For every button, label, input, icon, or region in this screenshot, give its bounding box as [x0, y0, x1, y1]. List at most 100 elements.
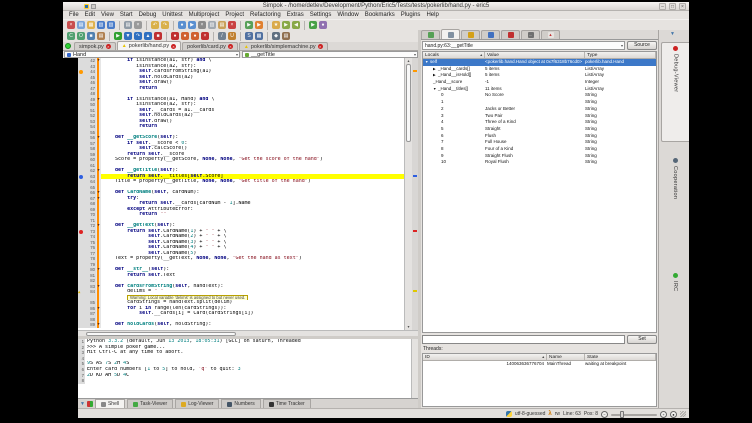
filter-input[interactable] [422, 335, 625, 344]
menu-extras[interactable]: Extras [284, 11, 307, 19]
variable-row[interactable]: 7Full HouseString [423, 139, 656, 146]
scrollbar-thumb[interactable] [406, 64, 411, 142]
variable-row[interactable]: 9Straight FlushString [423, 153, 656, 160]
bookmark-toggle-icon[interactable]: ★ [272, 21, 280, 29]
next-breakpoint-icon[interactable]: ● [181, 32, 189, 40]
tool-tab-task-viewer[interactable]: Task-Viewer [127, 399, 173, 408]
shell-console[interactable]: 1Python 3.3.2 (default, Jun 13 2013, 18:… [78, 339, 418, 398]
variable-row[interactable]: 3Two PairString [423, 113, 656, 120]
close-editor-icon[interactable]: × [134, 21, 142, 29]
zoom-slider[interactable] [611, 411, 657, 418]
threads-header-state[interactable]: State [585, 354, 656, 360]
variable-row[interactable]: 8Four of a KindString [423, 146, 656, 153]
clear-breakpoints-icon[interactable]: × [201, 32, 209, 40]
tool-tab-log-viewer[interactable]: Log-Viewer [175, 399, 219, 408]
variable-row[interactable]: ▼_Hand__titles[]11 itemsList/Array [423, 86, 656, 93]
search-icon[interactable]: ● [178, 21, 186, 29]
prev-breakpoint-icon[interactable]: ● [191, 32, 199, 40]
tool-tab-numbers[interactable]: Numbers [221, 399, 260, 408]
menu-debug[interactable]: Debug [136, 11, 160, 19]
code-editor[interactable]: 42▼ if isinstance(a1, str) and \43 isins… [78, 58, 418, 330]
search-next-icon[interactable]: ▶ [188, 21, 196, 29]
variable-row[interactable]: 4Three of a KindString [423, 119, 656, 126]
variable-row[interactable]: ▶_Hand__cards[]5 itemsList/Array [423, 66, 656, 73]
menu-plugins[interactable]: Plugins [398, 11, 424, 19]
threads-header-id[interactable]: ID▲ [423, 354, 547, 360]
step-over-icon[interactable]: ↷ [134, 32, 142, 40]
editor-line[interactable]: 89▼ def holdCards(self, holdString): [78, 322, 404, 328]
preferences-icon[interactable]: ◆ [272, 32, 280, 40]
menu-view[interactable]: View [98, 11, 117, 19]
stack-tab[interactable] [441, 29, 460, 39]
variable-row[interactable]: 0No ScoreString [423, 92, 656, 99]
call-trace-tab[interactable] [461, 30, 480, 39]
variable-row[interactable]: 6FlushString [423, 133, 656, 140]
close-tab-icon[interactable]: × [171, 44, 176, 49]
step-icon[interactable]: ▼ [124, 32, 132, 40]
fold-margin[interactable]: ▼ [96, 267, 101, 273]
menu-refactoring[interactable]: Refactoring [247, 11, 284, 19]
debug-script-icon[interactable]: ▶ [309, 21, 317, 29]
bookmark-next-icon[interactable]: ▶ [282, 21, 290, 29]
close-button[interactable]: × [679, 3, 686, 10]
check-syntax-icon[interactable]: C [67, 32, 75, 40]
call-trace-icon[interactable]: / [218, 32, 226, 40]
fold-margin[interactable]: ▼ [96, 58, 101, 64]
sidebar-tab-irc[interactable]: IRC [661, 270, 689, 332]
filter-icon[interactable]: ▼ [80, 400, 85, 408]
menu-start[interactable]: Start [117, 11, 136, 19]
fold-margin[interactable]: ▼ [96, 306, 101, 312]
close-tab-icon[interactable]: × [228, 44, 233, 49]
editor-tab-pokerlib-simplemachine-py[interactable]: ▲pokerlib/simplemachine.py× [239, 42, 328, 50]
cut-icon[interactable]: × [198, 21, 206, 29]
size-grip[interactable] [680, 411, 686, 417]
variables-tab[interactable] [421, 30, 440, 39]
menu-edit[interactable]: Edit [82, 11, 98, 19]
menu-bookmarks[interactable]: Bookmarks [362, 11, 398, 19]
zoom-out-icon[interactable]: − [601, 411, 608, 418]
close-tab-icon[interactable]: × [318, 44, 323, 49]
menu-help[interactable]: Help [423, 11, 441, 19]
unittest-icon[interactable]: U [228, 32, 236, 40]
print-icon[interactable]: ▤ [124, 21, 132, 29]
fold-margin[interactable]: ▼ [96, 97, 101, 103]
class-combo[interactable]: Hand ▾ [64, 51, 240, 58]
stop-debug-icon[interactable]: ■ [154, 32, 162, 40]
toggle-breakpoint-icon[interactable]: ● [171, 32, 179, 40]
sidebar-tab-debug-viewer[interactable]: Debug-Viewer [661, 42, 689, 142]
fold-margin[interactable]: ▼ [96, 196, 101, 202]
maximize-button[interactable]: □ [669, 3, 676, 10]
quit-icon[interactable]: × [67, 21, 75, 29]
exceptions-tab[interactable]: ▲ [541, 30, 560, 39]
new-icon[interactable]: ▤ [77, 21, 85, 29]
variables-header-locals[interactable]: Locals▲ [423, 52, 485, 58]
breakpoint-margin[interactable] [78, 322, 84, 328]
threads-tab[interactable] [481, 30, 500, 39]
menu-settings[interactable]: Settings [307, 11, 335, 19]
fold-margin[interactable]: ▼ [96, 223, 101, 229]
delete-icon[interactable]: × [228, 21, 236, 29]
minimize-button[interactable]: – [659, 3, 666, 10]
show-log-icon[interactable]: ▤ [282, 32, 290, 40]
editor-tab-pokerlib-hand-py[interactable]: ▲pokerlib/hand.py× [117, 41, 181, 50]
filter-icon[interactable]: ▼ [670, 31, 675, 37]
method-combo[interactable]: __getTitle ▾ [242, 51, 418, 58]
close-tab-icon[interactable]: × [106, 44, 111, 49]
fold-margin[interactable]: ▼ [96, 168, 101, 174]
variable-row[interactable]: 10Royal FlushString [423, 159, 656, 166]
packagers-icon[interactable]: ■ [87, 32, 95, 40]
shell-line[interactable]: 8 [78, 378, 418, 384]
tool-tab-time-tracker[interactable]: Time Tracker [263, 399, 311, 408]
fold-margin[interactable]: ▼ [96, 135, 101, 141]
editor-tab-pokerlib-card-py[interactable]: pokerlib/card.py× [182, 42, 238, 50]
threads-header-name[interactable]: Name [547, 354, 585, 360]
run-script-icon[interactable]: ▶ [255, 21, 263, 29]
variable-row[interactable]: 1String [423, 99, 656, 106]
variables-header-type[interactable]: Type [585, 52, 656, 58]
undo-icon[interactable]: ↶ [151, 21, 159, 29]
copy-icon[interactable]: ▥ [208, 21, 216, 29]
editor-vertical-scrollbar[interactable]: ▴ ▾ [404, 58, 412, 330]
documentation-icon[interactable]: ▤ [97, 32, 105, 40]
code-checkers-icon[interactable]: O [77, 32, 85, 40]
open-icon[interactable]: ▦ [87, 21, 95, 29]
